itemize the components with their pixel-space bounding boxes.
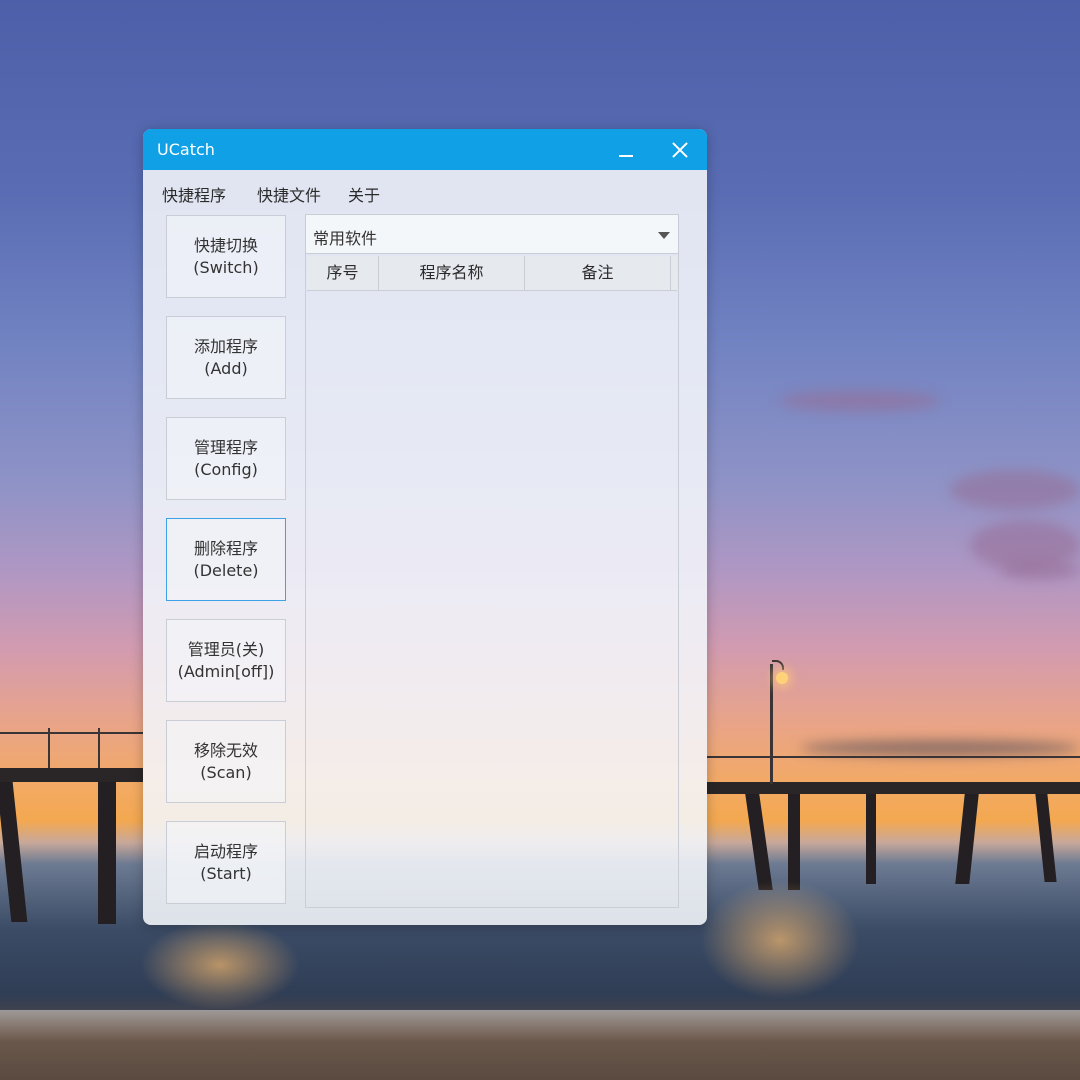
pier-railing-post (98, 728, 100, 770)
close-button[interactable] (665, 135, 695, 165)
pier-pile (1035, 794, 1057, 882)
water-reflection (700, 880, 860, 1000)
pier-deck (0, 768, 143, 782)
delete-button-sublabel: (Delete) (193, 560, 259, 580)
category-select-value: 常用软件 (313, 229, 378, 248)
column-header-index[interactable]: 序号 (307, 256, 379, 290)
config-button-label: 管理程序 (193, 437, 258, 457)
start-button-sublabel: (Start) (200, 863, 252, 883)
scan-button-label: 移除无效 (193, 740, 258, 760)
pier-railing (0, 732, 143, 734)
pier-pile (98, 782, 116, 924)
pier-pile (0, 782, 28, 922)
pier-pile (955, 794, 979, 884)
beach-shore (0, 1010, 1080, 1080)
menu-about[interactable]: 关于 (348, 182, 380, 206)
minimize-button[interactable] (611, 135, 641, 165)
street-lamp-arm (772, 660, 784, 670)
category-select[interactable]: 常用软件 (305, 214, 679, 254)
switch-button[interactable]: 快捷切换 (Switch) (166, 215, 286, 298)
title-bar[interactable]: UCatch (143, 129, 707, 170)
cloud (780, 390, 940, 412)
scan-button-sublabel: (Scan) (200, 762, 252, 782)
scan-button[interactable]: 移除无效 (Scan) (166, 720, 286, 803)
add-button-label: 添加程序 (193, 336, 258, 356)
switch-button-label: 快捷切换 (193, 235, 258, 255)
menu-quick-files[interactable]: 快捷文件 (257, 182, 321, 206)
pier-railing (707, 756, 1080, 758)
admin-toggle-button[interactable]: 管理员(关) (Admin[off]) (166, 619, 286, 702)
close-icon (671, 141, 689, 159)
chevron-down-icon[interactable] (658, 232, 670, 239)
program-table[interactable]: 序号 程序名称 备注 (305, 254, 679, 908)
cloud (800, 740, 1080, 756)
admin-button-label: 管理员(关) (187, 639, 265, 659)
column-header-program-name[interactable]: 程序名称 (379, 256, 525, 290)
street-lamp (770, 664, 773, 784)
add-button-sublabel: (Add) (204, 358, 248, 378)
pier-railing-post (48, 728, 50, 770)
minimize-icon (619, 155, 633, 157)
window-title: UCatch (157, 140, 215, 159)
pier-pile (866, 794, 876, 884)
config-button-sublabel: (Config) (194, 459, 258, 479)
admin-button-sublabel: (Admin[off]) (177, 661, 275, 681)
config-button[interactable]: 管理程序 (Config) (166, 417, 286, 500)
switch-button-sublabel: (Switch) (193, 257, 259, 277)
pier-pile (788, 794, 800, 890)
menu-bar: 快捷程序 快捷文件 关于 (143, 170, 707, 212)
cloud (950, 470, 1080, 510)
add-button[interactable]: 添加程序 (Add) (166, 316, 286, 399)
pier-deck (707, 782, 1080, 794)
cloud (1000, 560, 1080, 580)
water-reflection (140, 920, 300, 1010)
table-header: 序号 程序名称 备注 (307, 256, 677, 291)
delete-button-label: 删除程序 (193, 538, 258, 558)
pier-pile (745, 794, 773, 890)
street-lamp-light (776, 672, 788, 684)
column-header-remarks[interactable]: 备注 (525, 256, 671, 290)
delete-button[interactable]: 删除程序 (Delete) (166, 518, 286, 601)
ucatch-window: UCatch 快捷程序 快捷文件 关于 快捷切换 (Switch) 添加程序 (… (143, 129, 707, 925)
start-button-label: 启动程序 (193, 841, 258, 861)
menu-quick-programs[interactable]: 快捷程序 (162, 182, 226, 206)
start-button[interactable]: 启动程序 (Start) (166, 821, 286, 904)
